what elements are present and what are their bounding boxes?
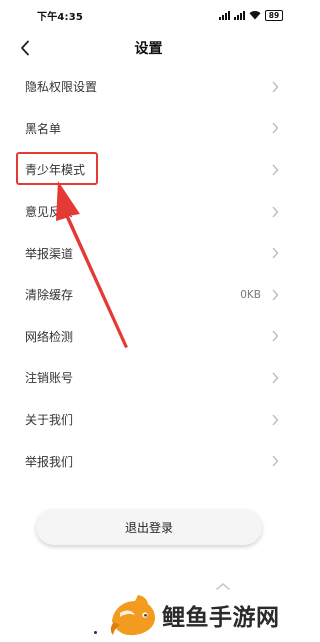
menu-item-label: 清除缓存 [25,288,74,303]
home-indicator [94,631,97,634]
chevron-right-icon [272,330,279,342]
signal-icon-2 [234,10,245,20]
status-bar: 下午4:35 89 [0,0,297,30]
cache-size-value: 0KB [240,288,261,301]
menu-item-network-check[interactable]: 网络检测 [0,316,297,358]
menu-item-blacklist[interactable]: 黑名单 [0,108,297,150]
fish-logo-icon [110,595,155,636]
nav-bar: 设置 [0,30,297,66]
status-icons: 89 [219,9,283,21]
logout-button[interactable]: 退出登录 [36,509,262,545]
chevron-right-icon [272,122,279,134]
battery-icon: 89 [265,9,283,21]
menu-item-label: 关于我们 [25,413,74,428]
settings-menu: 隐私权限设置 黑名单 青少年模式 意见反馈 举报渠道 清除缓存 0KB 网络检测… [0,66,297,482]
menu-item-label: 网络检测 [25,329,74,344]
chevron-right-icon [272,206,279,218]
signal-icon [219,10,230,20]
menu-item-delete-account[interactable]: 注销账号 [0,357,297,399]
menu-item-report-channel[interactable]: 举报渠道 [0,232,297,274]
menu-item-clear-cache[interactable]: 清除缓存 0KB [0,274,297,316]
back-button[interactable] [14,36,36,60]
highlight-box [16,152,98,185]
chevron-right-icon [272,81,279,93]
menu-item-privacy-settings[interactable]: 隐私权限设置 [0,66,297,108]
chevron-right-icon [272,289,279,301]
chevron-right-icon [272,372,279,384]
menu-item-label: 注销账号 [25,371,74,386]
chevron-right-icon [272,164,279,176]
menu-item-label: 黑名单 [25,121,62,136]
menu-item-report-us[interactable]: 举报我们 [0,440,297,482]
watermark-text: 鲤鱼手游网 [162,605,280,631]
chevron-right-icon [272,455,279,467]
watermark: 鲤鱼手游网 [108,588,297,642]
back-arrow-icon [21,40,29,56]
page-title: 设置 [134,41,163,57]
menu-item-label: 意见反馈 [25,205,74,220]
chevron-right-icon [272,247,279,259]
menu-item-feedback[interactable]: 意见反馈 [0,191,297,233]
wifi-icon [249,11,261,20]
menu-item-label: 举报我们 [25,454,74,469]
menu-item-label: 隐私权限设置 [25,80,98,95]
menu-item-about-us[interactable]: 关于我们 [0,399,297,441]
status-time: 下午4:35 [37,11,84,23]
menu-item-label: 举报渠道 [25,246,74,261]
chevron-right-icon [272,414,279,425]
